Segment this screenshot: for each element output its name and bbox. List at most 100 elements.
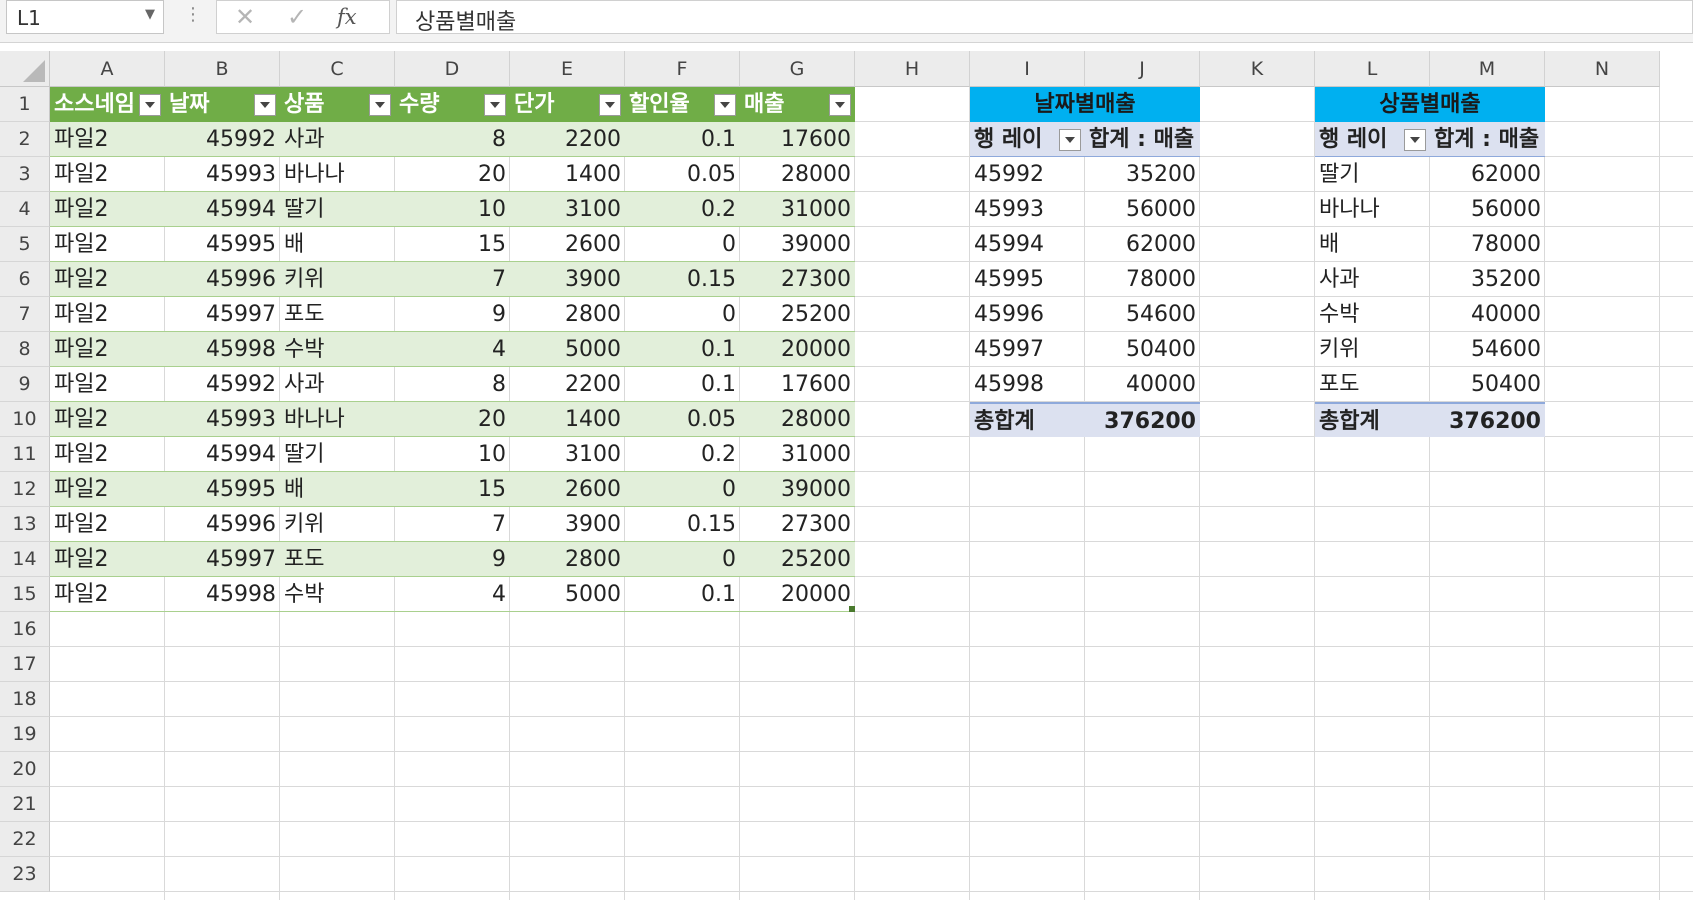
table-cell[interactable]: 25200 xyxy=(740,542,855,577)
table-cell[interactable]: 45993 xyxy=(165,157,280,192)
table-cell[interactable]: 28000 xyxy=(740,402,855,437)
row-header-22[interactable]: 22 xyxy=(0,822,50,857)
row-header-12[interactable]: 12 xyxy=(0,472,50,507)
table-cell[interactable]: 1400 xyxy=(510,402,625,437)
pivot-row-label[interactable]: 키위 xyxy=(1315,332,1430,367)
row-header-18[interactable]: 18 xyxy=(0,682,50,717)
column-header-K[interactable]: K xyxy=(1200,51,1315,87)
filter-dropdown-icon[interactable] xyxy=(829,94,851,116)
table-cell[interactable]: 20000 xyxy=(740,577,855,612)
row-header-8[interactable]: 8 xyxy=(0,332,50,367)
column-header-M[interactable]: M xyxy=(1430,51,1545,87)
row-header-6[interactable]: 6 xyxy=(0,262,50,297)
table-cell[interactable]: 파일2 xyxy=(50,192,165,227)
table-cell[interactable]: 45997 xyxy=(165,542,280,577)
table-cell[interactable]: 0.05 xyxy=(625,157,740,192)
table-cell[interactable]: 사과 xyxy=(280,122,395,157)
pivot-filter-icon[interactable] xyxy=(1059,129,1081,151)
table-cell[interactable]: 45995 xyxy=(165,472,280,507)
table-cell[interactable]: 파일2 xyxy=(50,157,165,192)
table-cell[interactable]: 포도 xyxy=(280,297,395,332)
table-cell[interactable]: 20 xyxy=(395,402,510,437)
table-header-cell[interactable]: 매출 xyxy=(740,87,855,122)
pivot-sum-header[interactable]: 합계 : 매출 xyxy=(1085,122,1200,157)
table-cell[interactable]: 키위 xyxy=(280,507,395,542)
table-header-cell[interactable]: 수량 xyxy=(395,87,510,122)
table-cell[interactable]: 3900 xyxy=(510,507,625,542)
row-header-1[interactable]: 1 xyxy=(0,87,50,122)
table-cell[interactable]: 7 xyxy=(395,262,510,297)
table-cell[interactable]: 45995 xyxy=(165,227,280,262)
name-box[interactable]: L1 ▼ xyxy=(6,0,164,34)
table-cell[interactable]: 바나나 xyxy=(280,157,395,192)
table-cell[interactable]: 파일2 xyxy=(50,262,165,297)
insert-function-icon[interactable]: fx xyxy=(337,5,357,29)
pivot-value[interactable]: 40000 xyxy=(1430,297,1545,332)
table-cell[interactable]: 0.1 xyxy=(625,367,740,402)
pivot-total-value[interactable]: 376200 xyxy=(1085,402,1200,437)
filter-dropdown-icon[interactable] xyxy=(484,94,506,116)
column-header-L[interactable]: L xyxy=(1315,51,1430,87)
table-cell[interactable]: 5000 xyxy=(510,577,625,612)
enter-icon[interactable]: ✓ xyxy=(287,3,307,31)
pivot-value[interactable]: 56000 xyxy=(1430,192,1545,227)
row-header-4[interactable]: 4 xyxy=(0,192,50,227)
row-header-5[interactable]: 5 xyxy=(0,227,50,262)
pivot-row-label[interactable]: 딸기 xyxy=(1315,157,1430,192)
table-cell[interactable]: 10 xyxy=(395,437,510,472)
table-cell[interactable]: 3900 xyxy=(510,262,625,297)
row-header-21[interactable]: 21 xyxy=(0,787,50,822)
table-cell[interactable]: 27300 xyxy=(740,507,855,542)
table-cell[interactable]: 파일2 xyxy=(50,472,165,507)
table-cell[interactable]: 딸기 xyxy=(280,437,395,472)
table-cell[interactable]: 0.1 xyxy=(625,122,740,157)
pivot-row-label[interactable]: 45993 xyxy=(970,192,1085,227)
table-cell[interactable]: 파일2 xyxy=(50,577,165,612)
filter-dropdown-icon[interactable] xyxy=(369,94,391,116)
row-header-3[interactable]: 3 xyxy=(0,157,50,192)
pivot-row-label[interactable]: 바나나 xyxy=(1315,192,1430,227)
table-cell[interactable]: 45996 xyxy=(165,507,280,542)
table-cell[interactable]: 0 xyxy=(625,542,740,577)
table-cell[interactable]: 39000 xyxy=(740,472,855,507)
table-cell[interactable]: 수박 xyxy=(280,332,395,367)
table-cell[interactable]: 25200 xyxy=(740,297,855,332)
table-cell[interactable]: 5000 xyxy=(510,332,625,367)
pivot-value[interactable]: 35200 xyxy=(1085,157,1200,192)
table-cell[interactable]: 배 xyxy=(280,227,395,262)
table-cell[interactable]: 17600 xyxy=(740,367,855,402)
row-header-16[interactable]: 16 xyxy=(0,612,50,647)
cancel-icon[interactable]: ✕ xyxy=(235,3,255,31)
table-cell[interactable]: 키위 xyxy=(280,262,395,297)
column-header-C[interactable]: C xyxy=(280,51,395,87)
table-cell[interactable]: 3100 xyxy=(510,192,625,227)
pivot-row-label[interactable]: 45998 xyxy=(970,367,1085,402)
table-cell[interactable]: 0 xyxy=(625,297,740,332)
table-cell[interactable]: 20000 xyxy=(740,332,855,367)
table-cell[interactable]: 2800 xyxy=(510,542,625,577)
pivot-row-label[interactable]: 수박 xyxy=(1315,297,1430,332)
pivot-filter-icon[interactable] xyxy=(1404,129,1426,151)
column-header-I[interactable]: I xyxy=(970,51,1085,87)
row-header-7[interactable]: 7 xyxy=(0,297,50,332)
table-cell[interactable]: 파일2 xyxy=(50,367,165,402)
pivot-value[interactable]: 62000 xyxy=(1430,157,1545,192)
table-cell[interactable]: 45993 xyxy=(165,402,280,437)
row-header-15[interactable]: 15 xyxy=(0,577,50,612)
pivot-value[interactable]: 35200 xyxy=(1430,262,1545,297)
row-header-23[interactable]: 23 xyxy=(0,857,50,892)
filter-dropdown-icon[interactable] xyxy=(254,94,276,116)
pivot-row-label[interactable]: 포도 xyxy=(1315,367,1430,402)
pivot-row-label-header[interactable]: 행 레이 xyxy=(970,122,1085,157)
pivot-row-label[interactable]: 45992 xyxy=(970,157,1085,192)
table-cell[interactable]: 9 xyxy=(395,542,510,577)
table-cell[interactable]: 2200 xyxy=(510,122,625,157)
pivot-row-label[interactable]: 배 xyxy=(1315,227,1430,262)
table-cell[interactable]: 0.15 xyxy=(625,262,740,297)
pivot-total-label[interactable]: 총합계 xyxy=(1315,402,1430,437)
row-header-14[interactable]: 14 xyxy=(0,542,50,577)
table-cell[interactable]: 파일2 xyxy=(50,227,165,262)
table-header-cell[interactable]: 할인율 xyxy=(625,87,740,122)
column-header-E[interactable]: E xyxy=(510,51,625,87)
table-cell[interactable]: 0 xyxy=(625,227,740,262)
